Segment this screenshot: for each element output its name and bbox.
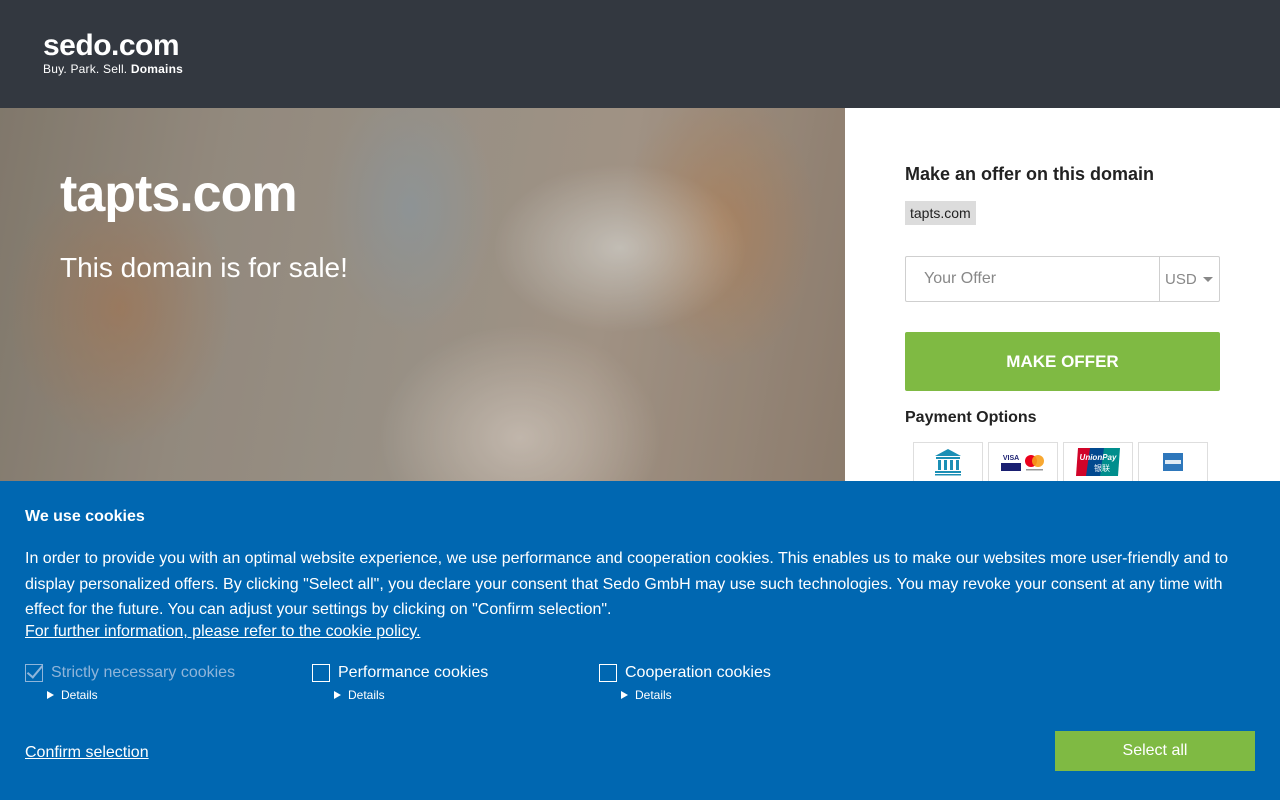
- cookie-option-performance: Performance cookies Details: [312, 664, 488, 702]
- svg-text:VISA: VISA: [1003, 455, 1019, 462]
- payment-option: UnionPay 银联: [1063, 442, 1133, 482]
- cooperation-details-toggle[interactable]: Details: [621, 688, 771, 702]
- logo-tagline-text: Buy. Park. Sell.: [43, 62, 128, 76]
- necessary-label: Strictly necessary cookies: [51, 664, 236, 681]
- hero-subtitle: This domain is for sale!: [60, 252, 348, 283]
- cookie-option-cooperation: Cooperation cookies Details: [599, 664, 771, 702]
- cookie-description: In order to provide you with an optimal …: [25, 550, 1229, 618]
- cooperation-label[interactable]: Cooperation cookies: [625, 664, 771, 682]
- visa-mastercard-icon: VISA: [1001, 452, 1044, 472]
- performance-checkbox[interactable]: [312, 664, 330, 682]
- payment-options-title: Payment Options: [905, 409, 1037, 426]
- svg-text:银联: 银联: [1094, 463, 1110, 473]
- logo-tagline: Buy. Park. Sell. Domains: [43, 62, 183, 76]
- payment-options-list: VISA UnionPay 银联: [913, 442, 1208, 482]
- cookie-title: We use cookies: [25, 508, 145, 525]
- svg-text:UnionPay: UnionPay: [1080, 453, 1117, 462]
- select-all-button[interactable]: Select all: [1055, 731, 1255, 771]
- details-label: Details: [61, 688, 98, 702]
- details-label: Details: [635, 688, 672, 702]
- caret-down-icon: [1203, 277, 1213, 282]
- logo-tagline-bold: Domains: [130, 62, 183, 76]
- payment-option: VISA: [988, 442, 1058, 482]
- currency-select[interactable]: USD: [1159, 257, 1219, 301]
- cookie-banner: We use cookies In order to provide you w…: [0, 481, 1280, 800]
- offer-panel: Make an offer on this domain tapts.com U…: [845, 108, 1280, 482]
- bank-transfer-icon: [935, 449, 961, 476]
- necessary-checkbox: [25, 664, 43, 682]
- sedo-logo[interactable]: sedo.com Buy. Park. Sell. Domains: [43, 29, 183, 77]
- performance-details-toggle[interactable]: Details: [334, 688, 488, 702]
- hero-domain-name: tapts.com: [60, 165, 298, 223]
- cookie-policy-link[interactable]: For further information, please refer to…: [25, 623, 420, 641]
- unionpay-icon: UnionPay 银联: [1076, 448, 1120, 476]
- triangle-right-icon: [334, 691, 341, 699]
- make-offer-button[interactable]: MAKE OFFER: [905, 332, 1220, 391]
- triangle-right-icon: [47, 691, 54, 699]
- cookie-option-necessary: Strictly necessary cookies Details: [25, 664, 235, 702]
- triangle-right-icon: [621, 691, 628, 699]
- payment-option: [1138, 442, 1208, 482]
- site-header: sedo.com Buy. Park. Sell. Domains: [0, 0, 1280, 108]
- hero-banner: tapts.com This domain is for sale!: [0, 108, 845, 481]
- currency-value: USD: [1165, 270, 1197, 288]
- confirm-selection-link[interactable]: Confirm selection: [25, 744, 149, 762]
- necessary-details-toggle[interactable]: Details: [47, 688, 235, 702]
- offer-amount-input[interactable]: [906, 257, 1159, 301]
- performance-label[interactable]: Performance cookies: [338, 664, 488, 682]
- payment-option: [913, 442, 983, 482]
- logo-wordmark: sedo.com: [43, 29, 180, 62]
- offer-input-group: USD: [905, 256, 1220, 302]
- details-label: Details: [348, 688, 385, 702]
- amex-icon: [1163, 453, 1183, 471]
- domain-tag: tapts.com: [905, 201, 976, 225]
- offer-title: Make an offer on this domain: [905, 164, 1155, 184]
- cooperation-checkbox[interactable]: [599, 664, 617, 682]
